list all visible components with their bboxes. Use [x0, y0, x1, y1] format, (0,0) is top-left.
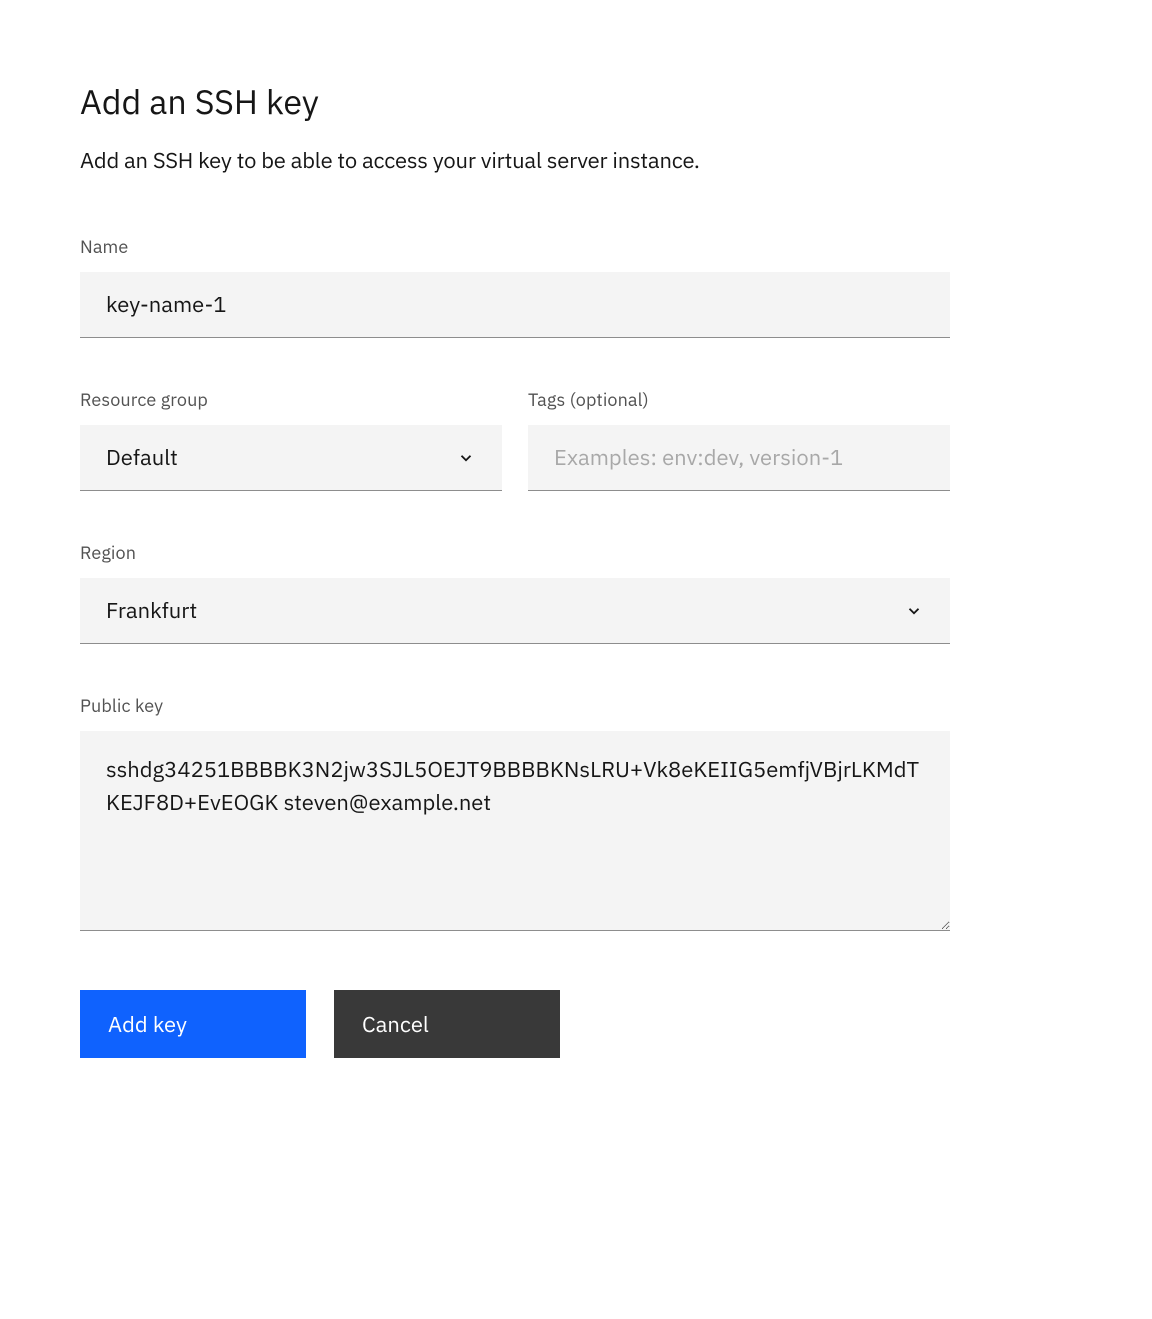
add-key-button[interactable]: Add key: [80, 990, 306, 1058]
resource-group-label: Resource group: [80, 388, 502, 411]
public-key-label: Public key: [80, 694, 950, 717]
region-select[interactable]: Frankfurt: [80, 578, 950, 644]
tags-label: Tags (optional): [528, 388, 950, 411]
field-region: Region Frankfurt: [80, 541, 950, 644]
field-resource-group: Resource group Default: [80, 388, 502, 491]
name-input[interactable]: [80, 272, 950, 338]
field-name: Name: [80, 235, 950, 338]
name-label: Name: [80, 235, 950, 258]
region-value: Frankfurt: [106, 596, 197, 625]
chevron-down-icon: [904, 601, 924, 621]
field-public-key: Public key: [80, 694, 950, 936]
region-label: Region: [80, 541, 950, 564]
add-ssh-key-form: Add an SSH key Add an SSH key to be able…: [80, 80, 950, 1058]
page-subtitle: Add an SSH key to be able to access your…: [80, 146, 950, 175]
resource-group-select[interactable]: Default: [80, 425, 502, 491]
page-title: Add an SSH key: [80, 80, 950, 124]
public-key-textarea[interactable]: [80, 731, 950, 931]
cancel-button[interactable]: Cancel: [334, 990, 560, 1058]
field-tags: Tags (optional): [528, 388, 950, 491]
chevron-down-icon: [456, 448, 476, 468]
resource-group-value: Default: [106, 443, 178, 472]
tags-input[interactable]: [528, 425, 950, 491]
action-buttons: Add key Cancel: [80, 990, 950, 1058]
